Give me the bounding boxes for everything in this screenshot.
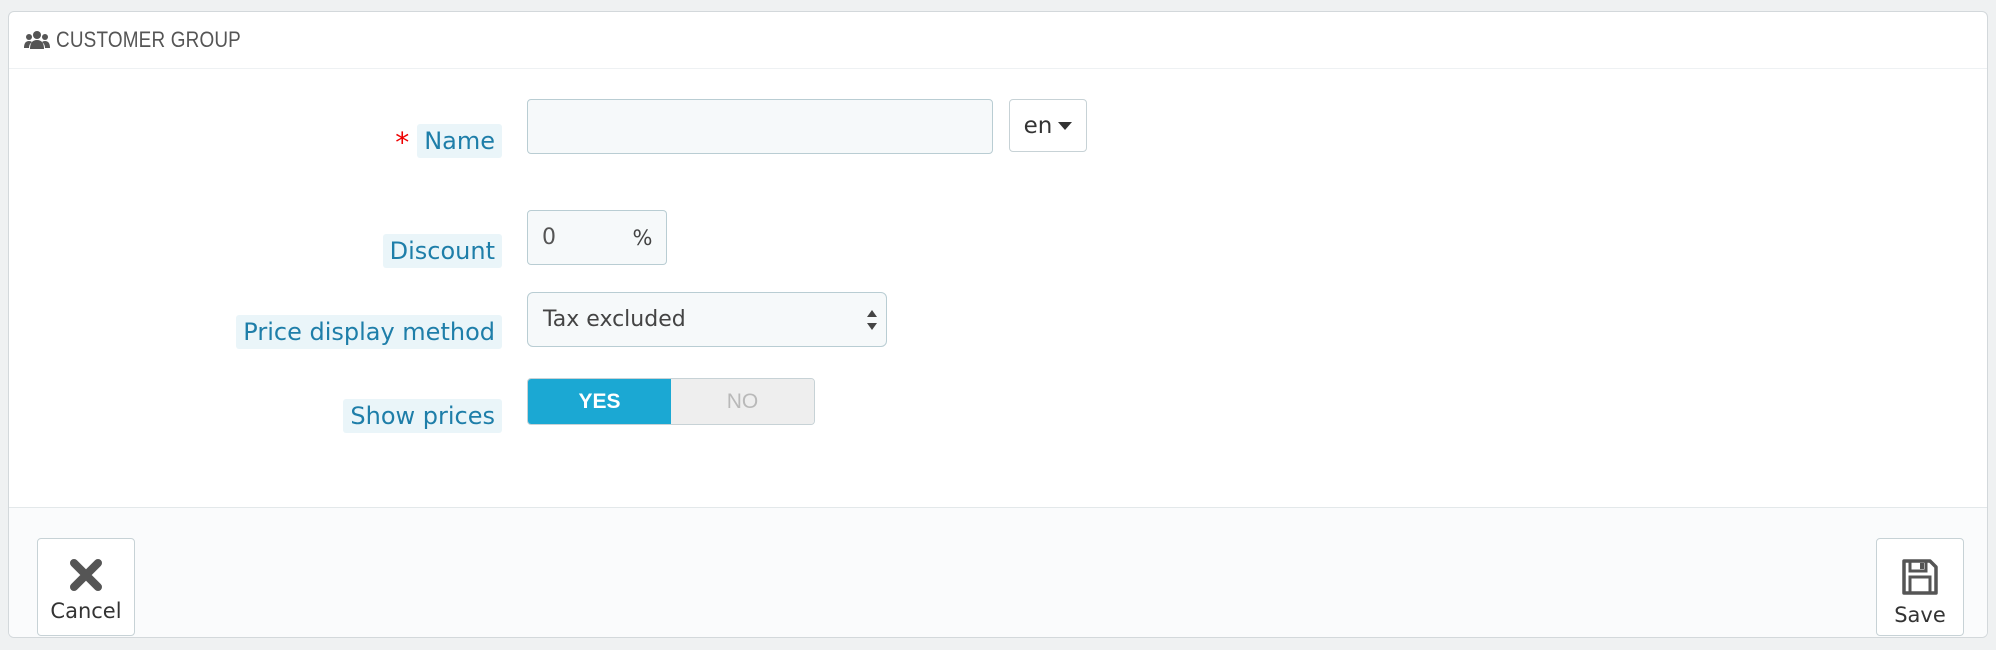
panel-title: CUSTOMER GROUP: [56, 27, 241, 52]
name-label: Name: [417, 124, 502, 158]
show-prices-label-group: Show prices: [343, 399, 502, 433]
language-code: en: [1023, 112, 1053, 139]
save-label: Save: [1894, 603, 1946, 627]
price-display-select[interactable]: Tax excluded: [527, 292, 887, 347]
required-mark: *: [395, 126, 410, 159]
discount-label: Discount: [382, 234, 502, 268]
cancel-button[interactable]: Cancel: [37, 538, 135, 636]
language-dropdown[interactable]: en: [1009, 99, 1087, 152]
panel-footer: Cancel Save: [9, 507, 1987, 637]
save-button[interactable]: Save: [1876, 538, 1964, 636]
show-prices-label: Show prices: [343, 399, 502, 433]
caret-down-icon: [1058, 121, 1073, 130]
name-input[interactable]: [527, 99, 993, 154]
percent-addon: %: [619, 210, 667, 265]
panel-heading: CUSTOMER GROUP: [9, 12, 1987, 69]
floppy-disk-icon: [1902, 559, 1938, 595]
close-icon: [70, 559, 102, 591]
price-display-label: Price display method: [236, 315, 502, 349]
switch-yes-option[interactable]: YES: [528, 379, 671, 424]
select-arrows-icon: [867, 310, 877, 330]
show-prices-switch[interactable]: YES NO: [527, 378, 815, 425]
switch-no-option[interactable]: NO: [671, 379, 814, 424]
price-display-label-group: Price display method: [236, 315, 502, 349]
name-label-group: * Name: [395, 124, 502, 158]
price-display-value: Tax excluded: [543, 307, 686, 332]
cancel-label: Cancel: [50, 599, 122, 623]
discount-label-group: Discount: [382, 234, 502, 268]
customer-group-panel: CUSTOMER GROUP * Name en Discount 0 % Pr…: [8, 11, 1988, 638]
users-icon: [24, 31, 50, 49]
discount-input[interactable]: 0: [527, 210, 620, 265]
